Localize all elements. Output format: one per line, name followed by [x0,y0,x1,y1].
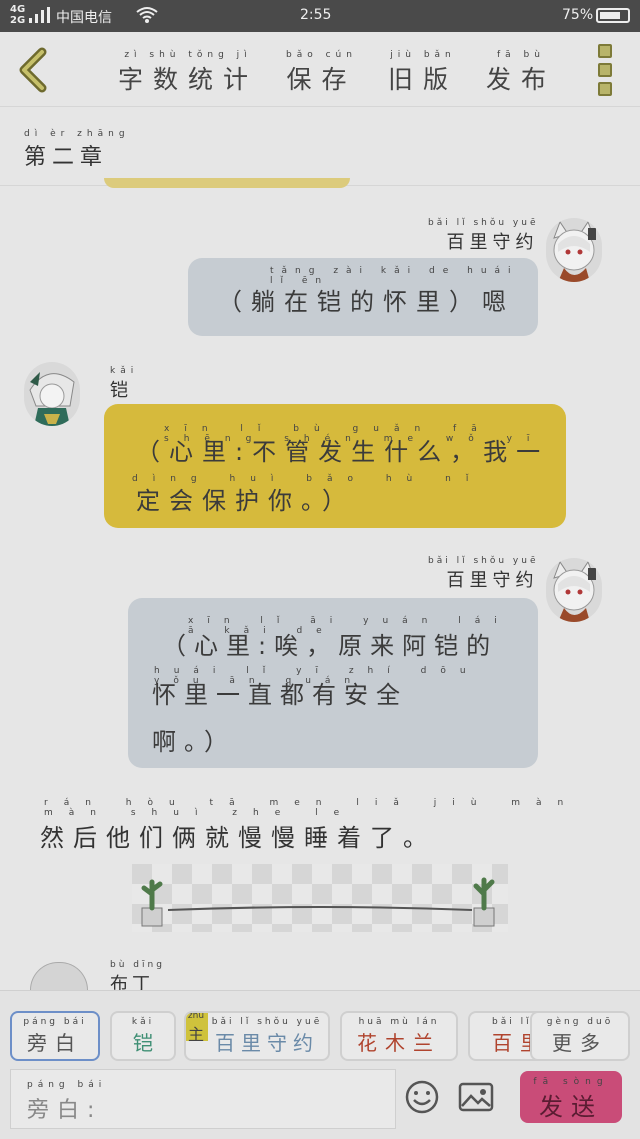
role-pinyin: páng bái [23,1017,87,1027]
signal-icon [28,6,50,28]
image-icon [458,1082,494,1112]
battery-percent: 75% [562,7,594,23]
old-version-pinyin: jiù bǎn [390,50,456,60]
role-pinyin: huā mù lán [358,1017,440,1027]
role-chip-narrator[interactable]: páng bái 旁白 [10,1011,100,1061]
wifi-icon [136,6,158,28]
speaker-label: 百里守约 [446,232,539,253]
word-count-label: 字数统计 [118,65,259,94]
send-label: 发送 [539,1093,603,1121]
message-bubble[interactable]: tǎng zài kǎi de huái lǐ ēn （躺在铠的怀里）嗯 [188,258,538,336]
avatar-baili[interactable] [546,558,602,622]
publish-button[interactable]: fā bù 发布 [486,50,556,96]
publish-pinyin: fā bù [497,50,545,60]
more-roles-button[interactable]: gèng duō 更多 [530,1011,630,1061]
chapter-title: dì èr zhāng 第二章 [24,129,130,171]
input-pinyin: páng bái [27,1080,107,1090]
role-label: 百里守约 [215,1031,319,1055]
word-count-pinyin: zì shù tǒng jì [124,50,252,60]
role-label: 铠 [133,1031,153,1055]
chapter-bar[interactable]: dì èr zhāng 第二章 [0,107,640,186]
previous-bubble-edge [104,178,350,188]
role-chip-kai[interactable]: kǎi 铠 [110,1011,176,1061]
avatar-baili-image [553,560,596,622]
role-label: 花木兰 [357,1031,441,1055]
main-role-tag-pinyin: zhǔ [187,1011,205,1021]
emoji-button[interactable] [404,1079,440,1119]
save-pinyin: bǎo cún [286,50,357,60]
message-pinyin: dìng huì bǎo hù nǐ [132,474,484,484]
speaker-pinyin: bǎi lǐ shǒu yuē [428,556,539,566]
carrier-label: 中国电信 [56,10,112,26]
message-pinyin: xīn lǐ āi yuán lái ā kǎi de [188,616,511,636]
scene-divider-image[interactable] [132,864,508,932]
compose-panel: páng bái 旁白 kǎi 铠 zhǔ 主 bǎi lǐ shǒu yuē … [0,990,640,1139]
message-text: （躺在铠的怀里）嗯 [218,288,515,316]
role-chip-mulan[interactable]: huā mù lán 花木兰 [340,1011,458,1061]
message-text-line: 啊。） [152,728,236,756]
role-pinyin: gèng duō [546,1017,614,1027]
speaker-name: bǎi lǐ shǒu yuē 百里守约 [428,218,538,254]
message-text-line: 定会保护你。） [136,487,355,515]
speaker-pinyin: bǎi lǐ shǒu yuē [428,218,539,228]
speaker-name: bǎi lǐ shǒu yuē 百里守约 [428,556,538,592]
publish-label: 发布 [486,65,557,94]
old-version-label: 旧版 [388,65,459,94]
back-button[interactable] [14,46,54,94]
smiley-icon [405,1080,439,1114]
image-button[interactable] [458,1081,494,1117]
main-role-tag-text: 主 [187,1025,204,1044]
message-bubble[interactable]: xīn lǐ bù guǎn fā shēng shén me wǒ yī （心… [104,404,566,528]
narration[interactable]: rán hòu tā men liǎ jiù màn màn shuì zhe … [40,798,640,853]
avatar-kai-image [29,372,75,426]
cactus-divider-image [132,864,508,932]
avatar-baili[interactable] [546,218,602,282]
role-label: 旁白 [27,1031,83,1055]
word-count-button[interactable]: zì shù tǒng jì 字数统计 [118,50,258,96]
speaker-label: 百里守约 [446,570,539,591]
avatar-kai[interactable] [24,362,80,426]
role-chip-baili[interactable]: zhǔ 主 bǎi lǐ shǒu yuē 百里守约 [184,1011,330,1061]
role-label: 更多 [552,1031,608,1055]
message-bubble[interactable]: xīn lǐ āi yuán lái ā kǎi de （心里:唉，原来阿铠的 … [128,598,538,768]
old-version-button[interactable]: jiù bǎn 旧版 [388,50,458,96]
speaker-name: kǎi 铠 [110,366,138,402]
speaker-label: 铠 [110,380,128,401]
send-button[interactable]: fā sòng 发送 [520,1071,622,1123]
chevron-left-icon [19,47,47,93]
speaker-pinyin: bù dīng [110,960,165,970]
battery-icon [596,8,630,23]
status-bar: 4G 2G 中国电信 2:55 75% [0,0,640,32]
message-input[interactable]: páng bái 旁白: [10,1069,396,1129]
avatar-baili-image [553,220,596,282]
message-pinyin: tǎng zài kǎi de huái lǐ ēn [270,266,519,286]
narration-pinyin: rán hòu tā men liǎ jiù màn màn shuì zhe … [44,798,580,818]
network-indicator: 4G 2G [10,4,26,26]
avatar-buding[interactable] [30,962,88,991]
save-label: 保存 [286,65,357,94]
more-menu-button[interactable] [596,44,616,98]
role-pinyin: kǎi [131,1017,155,1027]
clock: 2:55 [300,7,332,23]
main-role-tag: zhǔ 主 [186,1011,208,1044]
narration-text: 然后他们俩就慢慢睡着了。 [40,824,436,852]
chapter-title-text: 第二章 [24,145,109,170]
menu-icon [596,44,616,96]
editor-header: zì shù tǒng jì 字数统计 bǎo cún 保存 jiù bǎn 旧… [0,32,640,107]
save-button[interactable]: bǎo cún 保存 [286,50,357,96]
message-pinyin: xīn lǐ bù guǎn fā shēng shén me wǒ yī [164,424,545,444]
speaker-pinyin: kǎi [110,366,139,376]
send-pinyin: fā sòng [533,1077,609,1087]
input-placeholder: 旁白: [27,1098,103,1123]
message-pinyin: huái lǐ yī zhí dōu yǒu ān quán [154,666,480,686]
chapter-pinyin: dì èr zhāng [24,129,130,139]
